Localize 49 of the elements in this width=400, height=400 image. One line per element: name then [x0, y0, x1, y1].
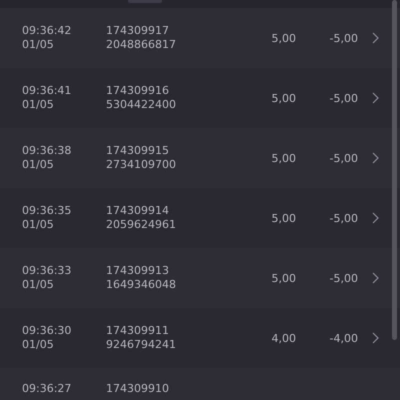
change-text: -4,00: [328, 332, 358, 344]
reference-text: 9246794241: [106, 338, 177, 352]
amount-text: 5,00: [270, 92, 296, 104]
order-id-text: 174309916: [106, 84, 170, 98]
date-text: 01/05: [22, 38, 55, 52]
time-text: 09:36:27: [22, 382, 72, 396]
change-text: -5,00: [328, 152, 358, 164]
chevron-right-icon: [372, 152, 380, 164]
order-id-text: 174309915: [106, 144, 170, 158]
time-text: 09:36:38: [22, 144, 72, 158]
amount-text: 5,00: [270, 152, 296, 164]
reference-text: 5304422400: [106, 98, 177, 112]
order-id-text: 174309913: [106, 264, 170, 278]
transaction-row[interactable]: 09:36:33 01/05 174309913 1649346048 5,00 -5,00: [0, 248, 400, 308]
reference-text: 1649346048: [106, 278, 177, 292]
amount-text: 5,00: [270, 212, 296, 224]
reference-text: 2048866817: [106, 38, 177, 52]
transaction-row[interactable]: 09:36:38 01/05 174309915 2734109700 5,00 -5,00: [0, 128, 400, 188]
chevron-right-icon: [372, 32, 380, 44]
date-text: 01/05: [22, 278, 55, 292]
date-text: 01/05: [22, 98, 55, 112]
time-text: 09:36:35: [22, 204, 72, 218]
reference-text: 2059624961: [106, 218, 177, 232]
amount-text: 5,00: [270, 32, 296, 44]
time-text: 09:36:33: [22, 264, 72, 278]
chevron-right-icon: [372, 92, 380, 104]
chevron-right-icon: [372, 332, 380, 344]
order-id-text: 174309911: [106, 324, 170, 338]
date-text: 01/05: [22, 218, 55, 232]
reference-text: 2734109700: [106, 158, 177, 172]
order-id-text: 174309910: [106, 382, 170, 396]
change-text: -5,00: [328, 212, 358, 224]
time-text: 09:36:42: [22, 24, 72, 38]
amount-text: 5,00: [270, 272, 296, 284]
amount-text: 4,00: [270, 332, 296, 344]
date-text: 01/05: [22, 158, 55, 172]
time-text: 09:36:30: [22, 324, 72, 338]
order-id-text: 174309917: [106, 24, 170, 38]
transaction-row[interactable]: 09:36:42 01/05 174309917 2048866817 5,00 -5,00: [0, 8, 400, 68]
transaction-row[interactable]: 09:36:27 174309910: [0, 368, 400, 400]
time-text: 09:36:41: [22, 84, 72, 98]
chevron-right-icon: [372, 272, 380, 284]
change-text: -5,00: [328, 32, 358, 44]
change-text: -5,00: [328, 272, 358, 284]
order-id-text: 174309914: [106, 204, 170, 218]
scrollbar[interactable]: [392, 0, 397, 340]
date-text: 01/05: [22, 338, 55, 352]
chevron-right-icon: [372, 212, 380, 224]
change-text: -5,00: [328, 92, 358, 104]
